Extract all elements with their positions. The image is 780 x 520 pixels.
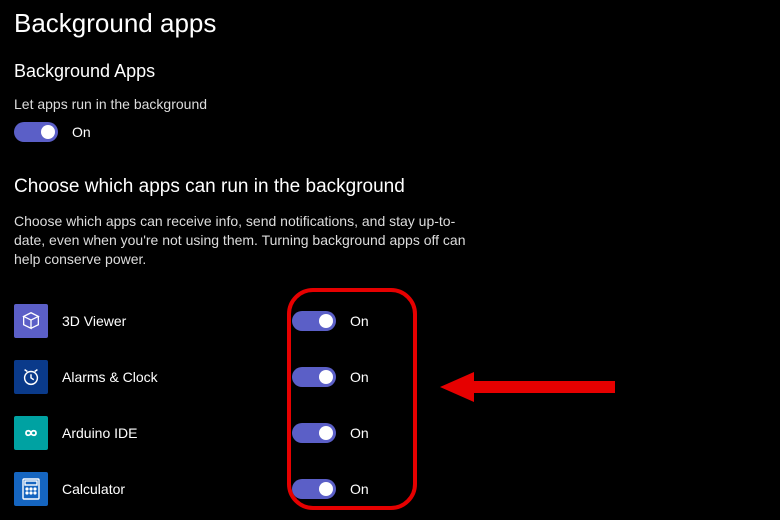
app-name: Arduino IDE — [62, 425, 292, 441]
app-name: Alarms & Clock — [62, 369, 292, 385]
app-name: Calculator — [62, 481, 292, 497]
toggle-state: On — [350, 425, 369, 441]
app-row-calculator: Calculator On — [14, 461, 766, 517]
section-title-choose-apps: Choose which apps can run in the backgro… — [14, 176, 766, 198]
app-row-3d-viewer: 3D Viewer On — [14, 293, 766, 349]
cube-icon — [14, 304, 48, 338]
master-toggle-state: On — [72, 124, 91, 140]
master-toggle[interactable] — [14, 122, 58, 142]
master-toggle-label: Let apps run in the background — [14, 96, 766, 112]
section-title-background-apps: Background Apps — [14, 61, 766, 82]
toggle-state: On — [350, 481, 369, 497]
page-title: Background apps — [14, 8, 766, 39]
toggle-alarms-clock[interactable] — [292, 367, 336, 387]
choose-apps-description: Choose which apps can receive info, send… — [14, 212, 474, 269]
toggle-state: On — [350, 313, 369, 329]
toggle-3d-viewer[interactable] — [292, 311, 336, 331]
app-row-arduino-ide: Arduino IDE On — [14, 405, 766, 461]
toggle-state: On — [350, 369, 369, 385]
infinity-icon — [14, 416, 48, 450]
toggle-arduino-ide[interactable] — [292, 423, 336, 443]
toggle-calculator[interactable] — [292, 479, 336, 499]
clock-icon — [14, 360, 48, 394]
app-list: 3D Viewer On Alarms & Clock On Arduino I… — [14, 293, 766, 517]
app-row-alarms-clock: Alarms & Clock On — [14, 349, 766, 405]
app-name: 3D Viewer — [62, 313, 292, 329]
calculator-icon — [14, 472, 48, 506]
